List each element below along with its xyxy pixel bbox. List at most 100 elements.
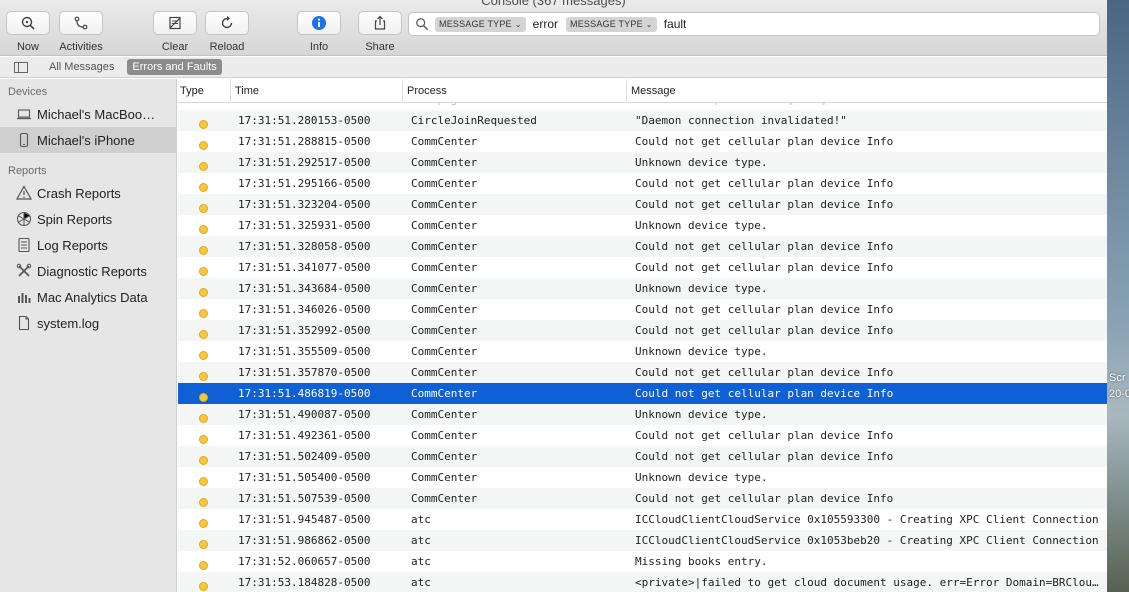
reload-tool: Reload xyxy=(199,11,255,53)
process-cell: CommCenter xyxy=(411,135,478,148)
process-cell: CommCenter xyxy=(411,450,478,463)
table-row[interactable]: 17:31:51.292517-0500 CommCenter Unknown de… xyxy=(178,152,1107,173)
fault-indicator-icon xyxy=(199,204,208,213)
message-cell: Unknown device type. xyxy=(635,471,768,484)
time-cell: 17:31:51.507539-0500 xyxy=(238,492,371,505)
sidebar-toggle-icon[interactable] xyxy=(14,61,28,73)
sidebar-item-label: Crash Reports xyxy=(37,185,121,201)
process-cell: CommCenter xyxy=(411,282,478,295)
sidebar-item-spin-reports[interactable]: Spin Reports xyxy=(0,206,176,232)
process-cell: CommCenter xyxy=(411,261,478,274)
errors-and-faults-tab[interactable]: Errors and Faults xyxy=(127,59,222,75)
table-row[interactable]: 17:31:51.502409-0500 CommCenter Could not … xyxy=(178,446,1107,467)
reports-header: Reports xyxy=(8,165,47,177)
table-row[interactable]: 17:31:51.486819-0500 CommCenter Could not … xyxy=(178,383,1107,404)
message-cell: Could not get cellular plan device Info xyxy=(635,303,894,316)
table-row[interactable]: 17:31:51.325931-0500 CommCenter Unknown de… xyxy=(178,215,1107,236)
table-header: Type Time Process Message xyxy=(178,79,1107,103)
table-row[interactable]: 17:31:51.492361-0500 CommCenter Could not … xyxy=(178,425,1107,446)
sidebar-item-macbook[interactable]: Michael's MacBoo… xyxy=(0,101,176,127)
process-cell: CommCenter xyxy=(411,366,478,379)
process-cell: CircleJoinRequested xyxy=(411,114,537,127)
activities-icon xyxy=(74,16,88,30)
activities-button[interactable] xyxy=(59,11,103,35)
table-row[interactable]: 17:31:51.355509-0500 CommCenter Unknown de… xyxy=(178,341,1107,362)
reload-button[interactable] xyxy=(205,11,249,35)
table-row[interactable]: 17:31:51.328058-0500 CommCenter Could not … xyxy=(178,236,1107,257)
message-cell: Missing books entry. xyxy=(635,555,768,568)
sidebar-item-label: Michael's iPhone xyxy=(37,132,135,148)
all-messages-tab[interactable]: All Messages xyxy=(44,59,119,75)
log-table: Type Time Process Message 17:31:51.24927… xyxy=(178,79,1107,592)
process-cell: CommCenter xyxy=(411,429,478,442)
column-header-process[interactable]: Process xyxy=(402,79,626,103)
process-cell: CommCenter xyxy=(411,387,478,400)
info-icon xyxy=(312,16,326,30)
sidebar-item-system-log[interactable]: system.log xyxy=(0,310,176,336)
column-header-message[interactable]: Message xyxy=(626,79,1107,103)
process-cell: CommCenter xyxy=(411,345,478,358)
laptop-icon xyxy=(17,109,31,120)
activities-tool: Activities xyxy=(53,11,109,53)
info-label: Info xyxy=(309,41,329,53)
table-row[interactable]: 17:31:51.280153-0500 CircleJoinRequested "… xyxy=(178,110,1107,131)
table-row[interactable]: 17:31:51.945487-0500 atc ICCloudClientClou… xyxy=(178,509,1107,530)
desktop-file-label-2[interactable]: 20-0 xyxy=(1109,388,1129,400)
toolbar: Console (367 messages) Now Activities Cl… xyxy=(0,0,1107,56)
process-cell: CommCenter xyxy=(411,177,478,190)
search-term-2[interactable]: fault xyxy=(664,17,687,31)
share-button[interactable] xyxy=(358,11,402,35)
time-cell: 17:31:51.295166-0500 xyxy=(238,177,371,190)
filter-bar: All Messages Errors and Faults xyxy=(0,57,1107,78)
table-row[interactable]: 17:31:51.346026-0500 CommCenter Could not … xyxy=(178,299,1107,320)
sidebar: Devices Michael's MacBoo… Michael's iPho… xyxy=(0,79,177,592)
sidebar-item-iphone[interactable]: Michael's iPhone xyxy=(0,127,176,153)
table-row[interactable]: 17:31:51.352992-0500 CommCenter Could not … xyxy=(178,320,1107,341)
table-row[interactable]: 17:31:51.505400-0500 CommCenter Unknown de… xyxy=(178,467,1107,488)
info-button[interactable] xyxy=(297,11,341,35)
column-header-type[interactable]: Type xyxy=(178,79,230,103)
time-cell: 17:31:51.486819-0500 xyxy=(238,387,371,400)
table-row[interactable]: 17:31:53.184828-0500 atc <private>|failed … xyxy=(178,572,1107,592)
search-token-message-type[interactable]: MESSAGE TYPE ⌄ xyxy=(435,16,526,32)
table-row[interactable]: 17:31:51.490087-0500 CommCenter Unknown de… xyxy=(178,404,1107,425)
table-row[interactable]: 17:31:51.341077-0500 CommCenter Could not … xyxy=(178,257,1107,278)
desktop-background: Scr 20-0 xyxy=(1107,0,1129,592)
reload-label: Reload xyxy=(209,41,245,53)
message-cell: Could not get cellular plan device Info xyxy=(635,135,894,148)
desktop-file-label[interactable]: Scr xyxy=(1109,372,1126,384)
message-cell: Could not get cellular plan device Info xyxy=(635,387,894,400)
table-row[interactable]: 17:31:51.357870-0500 CommCenter Could not … xyxy=(178,362,1107,383)
now-button[interactable] xyxy=(6,11,50,35)
table-row[interactable]: 17:31:51.507539-0500 CommCenter Could not … xyxy=(178,488,1107,509)
document-icon xyxy=(18,315,30,331)
sidebar-item-label: system.log xyxy=(37,315,100,331)
sidebar-item-diagnostic-reports[interactable]: Diagnostic Reports xyxy=(0,258,176,284)
clear-icon xyxy=(169,16,181,30)
table-row[interactable]: 17:31:51.343684-0500 CommCenter Unknown de… xyxy=(178,278,1107,299)
table-row[interactable]: 17:31:51.986862-0500 atc ICCloudClientClou… xyxy=(178,530,1107,551)
sidebar-item-mac-analytics[interactable]: Mac Analytics Data xyxy=(0,284,176,310)
fault-indicator-icon xyxy=(199,120,208,129)
table-row[interactable]: 17:31:51.288815-0500 CommCenter Could not … xyxy=(178,131,1107,152)
table-row[interactable]: 17:31:52.060657-0500 atc Missing books ent… xyxy=(178,551,1107,572)
table-row[interactable]: 17:31:51.295166-0500 CommCenter Could not … xyxy=(178,173,1107,194)
sidebar-item-log-reports[interactable]: Log Reports xyxy=(0,232,176,258)
column-header-time[interactable]: Time xyxy=(230,79,404,103)
chevron-down-icon: ⌄ xyxy=(514,19,522,29)
token-type-label: MESSAGE TYPE xyxy=(439,19,512,29)
fault-indicator-icon xyxy=(199,246,208,255)
sidebar-item-label: Spin Reports xyxy=(37,211,113,227)
clear-button[interactable] xyxy=(153,11,197,35)
search-field[interactable]: MESSAGE TYPE ⌄ error MESSAGE TYPE ⌄ faul… xyxy=(408,12,1100,36)
sidebar-item-crash-reports[interactable]: Crash Reports xyxy=(0,180,176,206)
fault-indicator-icon xyxy=(199,183,208,192)
sidebar-item-label: Michael's MacBoo… xyxy=(37,106,156,122)
search-token-message-type-2[interactable]: MESSAGE TYPE ⌄ xyxy=(566,16,657,32)
time-cell: 17:31:51.357870-0500 xyxy=(238,366,371,379)
search-term[interactable]: error xyxy=(533,17,558,31)
warning-triangle-icon xyxy=(16,185,32,200)
clear-tool: Clear xyxy=(147,11,203,53)
table-row[interactable]: 17:31:51.323204-0500 CommCenter Could not … xyxy=(178,194,1107,215)
message-cell: Unknown device type. xyxy=(635,219,768,232)
